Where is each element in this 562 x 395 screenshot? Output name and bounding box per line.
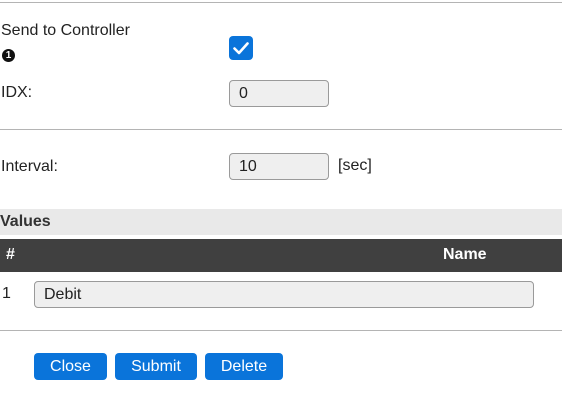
column-header-name: Name	[443, 246, 487, 263]
idx-label: IDX:	[1, 84, 33, 101]
top-divider	[0, 2, 562, 3]
values-section-header: Values	[0, 209, 562, 235]
idx-input[interactable]	[229, 80, 329, 107]
send-to-controller-label: Send to Controller	[1, 22, 130, 39]
values-table-header: # Name	[0, 239, 562, 272]
submit-button[interactable]: Submit	[115, 353, 197, 380]
interval-label: Interval:	[1, 158, 58, 175]
interval-input[interactable]	[229, 153, 329, 180]
middle-divider	[0, 129, 562, 130]
value-name-input[interactable]	[34, 281, 534, 308]
column-header-number: #	[6, 246, 15, 263]
row-number: 1	[2, 285, 11, 302]
controller-number-badge: 1	[2, 49, 15, 62]
checkmark-icon	[233, 41, 249, 54]
values-section-title: Values	[0, 213, 51, 230]
bottom-divider	[0, 330, 562, 331]
interval-unit: [sec]	[338, 157, 372, 174]
send-to-controller-checkbox[interactable]	[229, 36, 253, 60]
delete-button[interactable]: Delete	[205, 353, 283, 380]
close-button[interactable]: Close	[34, 353, 107, 380]
